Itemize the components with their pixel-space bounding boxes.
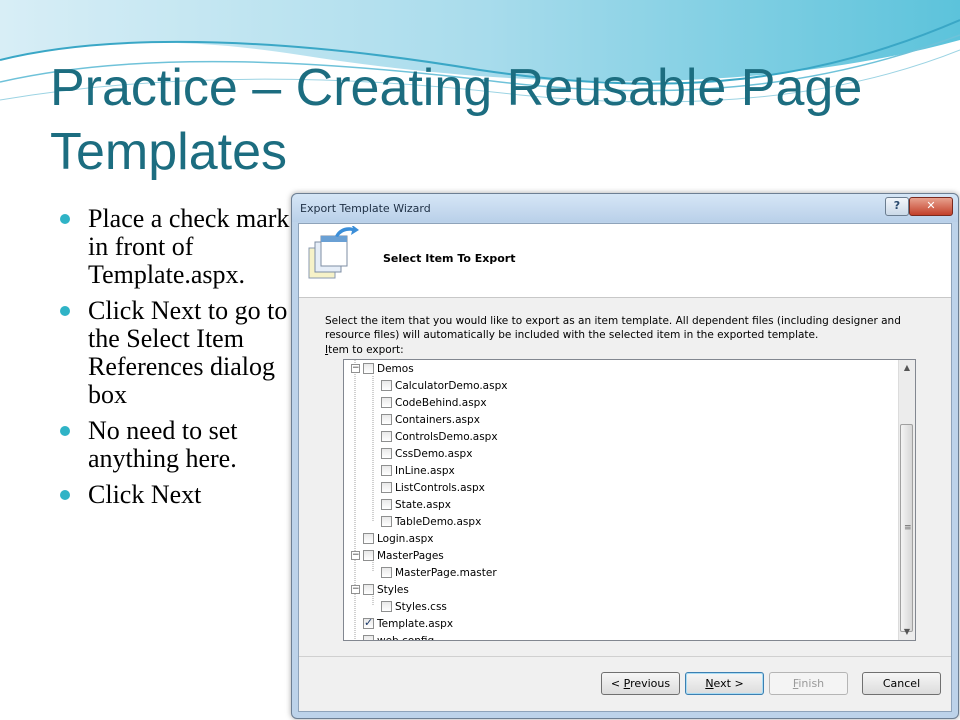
previous-button[interactable]: < Previous [601,672,680,695]
tree-item-checkbox[interactable] [381,516,392,527]
bullet-text: Click Next to go to the Select Item Refe… [88,296,288,409]
tree-item-styles-css[interactable]: Styles.css [369,598,447,615]
collapse-icon[interactable]: − [351,364,360,373]
tree-item-styles[interactable]: − Styles [351,581,409,598]
tree-item-label: CssDemo.aspx [395,447,473,460]
tree-item-checkbox[interactable] [363,584,374,595]
item-label-text: tem to export: [328,344,404,356]
tree-item-label: ListControls.aspx [395,481,485,494]
tree-item-checkbox[interactable] [381,380,392,391]
tree-item-label: Containers.aspx [395,413,480,426]
help-button[interactable]: ? [885,197,909,216]
tree-item-demos[interactable]: − Demos [351,360,414,377]
tree-item-login-aspx[interactable]: Login.aspx [351,530,433,547]
tree-item-tabledemo-aspx[interactable]: TableDemo.aspx [369,513,481,530]
tree-item-label: Login.aspx [377,532,434,545]
tree-item-label: Demos [377,362,414,375]
bullet-item: Click Next [60,481,292,509]
tree-item-label: State.aspx [395,498,451,511]
tree-item-checkbox[interactable]: ✓ [363,616,374,629]
wizard-description: Select the item that you would like to e… [325,315,901,341]
close-button[interactable]: ✕ [909,197,953,216]
bullet-text: Click Next [88,480,202,509]
tree-item-label: CalculatorDemo.aspx [395,379,508,392]
tree-item-template-aspx[interactable]: ✓ Template.aspx [351,615,453,632]
tree-item-codebehind-aspx[interactable]: CodeBehind.aspx [369,394,487,411]
next-hotkey: N [705,677,714,690]
collapse-icon[interactable]: − [351,585,360,594]
bullet-text: Place a check mark in front of Template.… [88,204,290,289]
previous-label: revious [630,677,671,690]
collapse-icon[interactable]: − [351,551,360,560]
tree-item-checkbox[interactable] [381,567,392,578]
bullet-item: Click Next to go to the Select Item Refe… [60,297,292,409]
tree-item-checkbox[interactable] [363,533,374,544]
checkmark-icon: ✓ [364,616,374,629]
finish-button[interactable]: Finish [769,672,848,695]
tree-item-checkbox[interactable] [381,601,392,612]
tree-item-checkbox[interactable] [381,482,392,493]
tree-item-label: TableDemo.aspx [395,515,482,528]
tree-item-containers-aspx[interactable]: Containers.aspx [369,411,480,428]
scroll-down-icon[interactable]: ▼ [899,624,915,640]
tree-item-checkbox[interactable] [381,448,392,459]
bullet-item: No need to set anything here. [60,417,292,473]
tree-item-masterpage-master[interactable]: MasterPage.master [369,564,497,581]
tree-item-label: MasterPages [377,549,444,562]
next-button[interactable]: Next > [685,672,764,695]
tree-item-controlsdemo-aspx[interactable]: ControlsDemo.aspx [369,428,498,445]
tree-item-checkbox[interactable] [381,397,392,408]
bullet-dot-icon [60,490,70,500]
tree-item-checkbox[interactable] [363,635,374,640]
tree-item-label: InLine.aspx [395,464,455,477]
cancel-button[interactable]: Cancel [862,672,941,695]
tree-item-checkbox[interactable] [363,550,374,561]
footer-divider [299,656,951,657]
slide-title: Practice – Creating Reusable Page Templa… [50,59,863,181]
bullet-dot-icon [60,306,70,316]
tree-item-web-config[interactable]: web.config [351,632,435,641]
dialog-title: Export Template Wizard [300,202,431,215]
tree-item-checkbox[interactable] [363,363,374,374]
export-template-icon [308,226,359,279]
tree-item-label: Styles [377,583,409,596]
finish-label: inish [798,677,825,690]
scroll-up-icon[interactable]: ▲ [899,360,915,376]
tree-item-label: Template.aspx [377,617,454,630]
bullet-list: Place a check mark in front of Template.… [60,205,292,517]
tree-item-calculatordemo-aspx[interactable]: CalculatorDemo.aspx [369,377,507,394]
wizard-step-title: Select Item To Export [383,252,516,265]
bullet-item: Place a check mark in front of Template.… [60,205,292,289]
tree-item-state-aspx[interactable]: State.aspx [369,496,451,513]
tree-item-masterpages[interactable]: − MasterPages [351,547,444,564]
tree-item-label: CodeBehind.aspx [395,396,487,409]
tree-vertical-scrollbar[interactable]: ▲ ≡ ▼ [898,360,915,640]
dialog-titlebar[interactable]: Export Template Wizard ? ✕ [292,194,958,222]
tree-item-inline-aspx[interactable]: InLine.aspx [369,462,455,479]
bullet-text: No need to set anything here. [88,416,238,473]
item-to-export-label: Item to export: [325,344,404,356]
tree-item-cssdemo-aspx[interactable]: CssDemo.aspx [369,445,472,462]
item-tree-view[interactable]: − Demos CalculatorDemo.aspx CodeBehind.aspx… [343,359,916,641]
tree-item-listcontrols-aspx[interactable]: ListControls.aspx [369,479,485,496]
wizard-header: Select Item To Export [299,224,951,298]
scroll-grip-icon: ≡ [904,523,912,533]
previous-prefix: < [610,677,624,690]
tree-item-label: MasterPage.master [395,566,497,579]
bullet-dot-icon [60,426,70,436]
tree-item-label: Styles.css [395,600,447,613]
dialog-client-area: Select Item To Export Select the item th… [298,223,952,712]
tree-item-label: ControlsDemo.aspx [395,430,498,443]
export-template-wizard-dialog: Export Template Wizard ? ✕ Select Item T… [291,193,959,719]
scroll-thumb[interactable]: ≡ [900,424,913,632]
tree-item-checkbox[interactable] [381,431,392,442]
tree-item-checkbox[interactable] [381,499,392,510]
tree-item-checkbox[interactable] [381,465,392,476]
bullet-dot-icon [60,214,70,224]
next-label: ext > [713,677,744,690]
tree-item-checkbox[interactable] [381,414,392,425]
tree-item-label: web.config [377,634,435,641]
